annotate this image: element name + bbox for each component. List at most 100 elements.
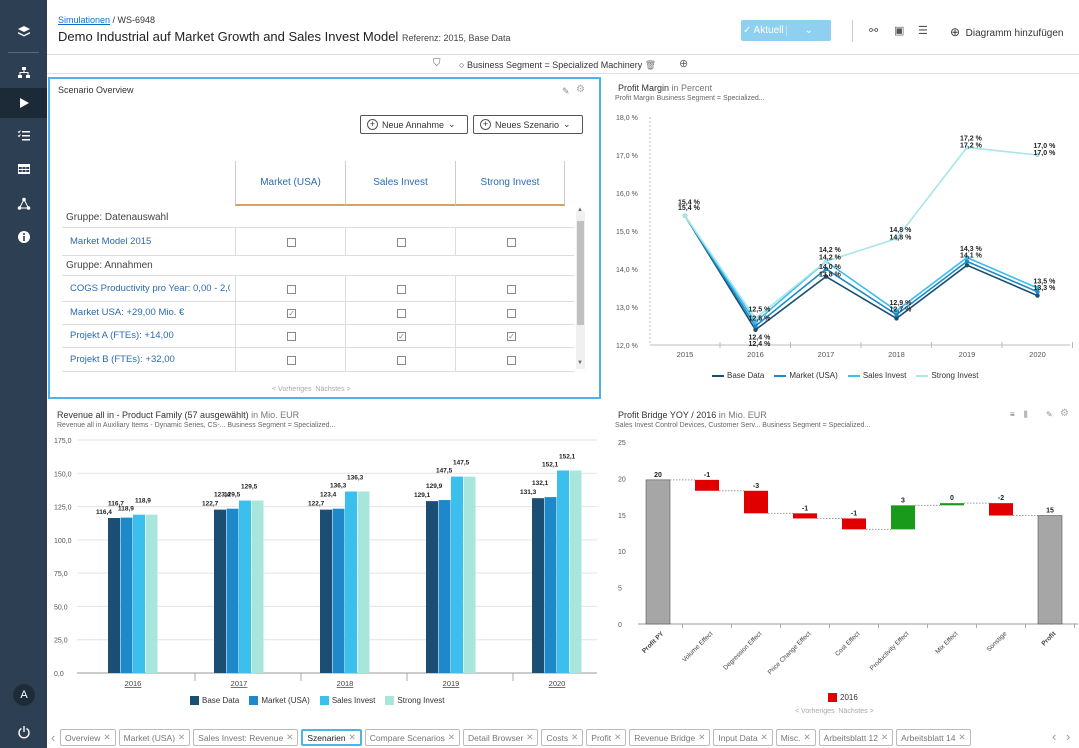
scenario-checkbox[interactable] xyxy=(397,309,406,318)
scenario-checkbox[interactable]: ✓ xyxy=(397,332,406,341)
scenario-checkbox[interactable] xyxy=(287,356,296,365)
edit-icon[interactable]: ✎ xyxy=(1046,410,1053,419)
tab-szenarien[interactable]: Szenarien ✕ xyxy=(301,729,362,746)
aktuell-button[interactable]: ✓ Aktuell ⌄ xyxy=(741,20,831,41)
scenario-checkbox[interactable] xyxy=(507,356,516,365)
play-icon[interactable] xyxy=(0,88,47,118)
tab-compare-scenarios[interactable]: Compare Scenarios ✕ xyxy=(364,729,461,746)
worksheet-tabs: Overview ✕ Market (USA) ✕ Sales Invest: Reve… xyxy=(60,729,1079,748)
close-icon[interactable]: ✕ xyxy=(349,732,356,743)
row-label-projekt-b[interactable]: Projekt B (FTEs): +32,00 xyxy=(70,354,230,365)
tabs-scroll-next-icon[interactable]: › xyxy=(1066,729,1070,744)
y-tick-label: 15,0 % xyxy=(616,229,638,236)
close-icon[interactable]: ✕ xyxy=(526,732,533,743)
breadcrumb-link[interactable]: Simulationen xyxy=(58,15,110,25)
legend-label: Sales Invest xyxy=(331,696,376,705)
close-icon[interactable]: ✕ xyxy=(804,732,811,743)
list-view-icon[interactable]: ≡ xyxy=(1010,410,1015,419)
new-scenario-button[interactable]: + Neues Szenario ⌄ xyxy=(473,115,583,134)
tabs-scroll-left-icon[interactable]: ‹ xyxy=(51,730,55,745)
edit-icon[interactable]: ✎ xyxy=(562,86,570,97)
column-header-market-usa[interactable]: Market (USA) xyxy=(235,161,345,206)
close-icon[interactable]: ✕ xyxy=(614,732,621,743)
row-label-market-model[interactable]: Market Model 2015 xyxy=(70,236,230,247)
new-assumption-button[interactable]: + Neue Annahme ⌄ xyxy=(360,115,468,134)
scenario-checkbox[interactable] xyxy=(287,285,296,294)
add-filter-icon[interactable]: ⊕ xyxy=(679,57,688,70)
hierarchy-icon[interactable] xyxy=(0,58,47,88)
row-label-cogs[interactable]: COGS Productivity pro Year: 0,00 - 2,0 xyxy=(70,283,230,294)
scenario-checkbox[interactable]: ✓ xyxy=(287,309,296,318)
settings-gear-icon[interactable]: ⚙ xyxy=(1060,408,1069,419)
close-icon[interactable]: ✕ xyxy=(571,732,578,743)
close-icon[interactable]: ✕ xyxy=(958,732,965,743)
close-icon[interactable]: ✕ xyxy=(286,732,293,743)
close-icon[interactable]: ✕ xyxy=(881,732,888,743)
legend-item[interactable]: Strong Invest xyxy=(385,696,445,706)
legend-item[interactable]: Sales Invest xyxy=(319,696,376,706)
legend-item[interactable]: Market (USA) xyxy=(249,696,310,706)
network-icon[interactable] xyxy=(0,189,47,219)
scenario-checkbox[interactable] xyxy=(287,332,296,341)
close-icon[interactable]: ✕ xyxy=(103,732,110,743)
column-header-sales-invest[interactable]: Sales Invest xyxy=(345,161,455,206)
tab-input-data[interactable]: Input Data ✕ xyxy=(713,729,773,746)
scenario-checkbox[interactable] xyxy=(507,309,516,318)
data-label: -1 xyxy=(704,472,710,479)
tab-overview[interactable]: Overview ✕ xyxy=(60,729,116,746)
info-icon[interactable] xyxy=(0,222,47,252)
legend-item[interactable]: Market (USA) xyxy=(774,371,838,380)
tab-sales-invest-revenue[interactable]: Sales Invest: Revenue ✕ xyxy=(193,729,299,746)
tab-arbeitsblatt-12[interactable]: Arbeitsblatt 12 ✕ xyxy=(818,729,894,746)
tabs-scroll-prev-icon[interactable]: ‹ xyxy=(1052,729,1056,744)
scenario-checkbox[interactable] xyxy=(507,238,516,247)
filter-icon[interactable]: ⛉ xyxy=(433,58,441,69)
chevron-down-icon[interactable]: ⌄ xyxy=(785,25,832,36)
tab-misc-[interactable]: Misc. ✕ xyxy=(775,729,816,746)
row-label-projekt-a[interactable]: Projekt A (FTEs): +14,00 xyxy=(70,330,230,341)
scrollbar-thumb[interactable] xyxy=(577,221,584,325)
close-icon[interactable]: ✕ xyxy=(178,732,185,743)
hierarchy-tree-icon[interactable]: ⚯ xyxy=(869,24,878,37)
scenario-checkbox[interactable]: ✓ xyxy=(507,332,516,341)
pager-prev[interactable]: < Vorheriges xyxy=(272,386,312,393)
tab-profit[interactable]: Profit ✕ xyxy=(586,729,627,746)
add-diagram-button[interactable]: ⊕ Diagramm hinzufügen xyxy=(950,25,1063,39)
profit-margin-subtitle: Profit Margin Business Segment = Special… xyxy=(615,95,765,102)
tab-revenue-bridge[interactable]: Revenue Bridge ✕ xyxy=(629,729,711,746)
tab-arbeitsblatt-14[interactable]: Arbeitsblatt 14 ✕ xyxy=(896,729,971,746)
scroll-up-icon[interactable]: ▲ xyxy=(577,207,583,213)
scenario-checkbox[interactable] xyxy=(287,238,296,247)
pager-next[interactable]: Nächstes > xyxy=(315,386,350,393)
scenario-checkbox[interactable] xyxy=(397,356,406,365)
legend-item[interactable]: Base Data xyxy=(712,371,764,380)
excel-export-icon[interactable]: ▣ xyxy=(894,24,904,37)
close-icon[interactable]: ✕ xyxy=(761,732,768,743)
list-check-icon[interactable]: ☰ xyxy=(918,24,928,37)
layers-icon[interactable] xyxy=(0,17,47,47)
scenario-checkbox[interactable] xyxy=(397,285,406,294)
trash-icon[interactable]: 🗑 xyxy=(645,60,656,70)
pager-next[interactable]: Nächstes > xyxy=(838,708,873,715)
avatar[interactable]: A xyxy=(13,684,35,706)
column-header-strong-invest[interactable]: Strong Invest xyxy=(455,161,565,206)
tab-costs[interactable]: Costs ✕ xyxy=(541,729,584,746)
row-label-market-usa[interactable]: Market USA: +29,00 Mio. € xyxy=(70,307,230,318)
power-icon[interactable] xyxy=(0,717,47,747)
table-icon[interactable] xyxy=(0,154,47,184)
settings-gear-icon[interactable]: ⚙ xyxy=(576,84,585,95)
pager-prev[interactable]: < Vorheriges xyxy=(795,708,835,715)
tab-detail-browser[interactable]: Detail Browser ✕ xyxy=(463,729,539,746)
legend-item[interactable]: Strong Invest xyxy=(916,371,979,380)
checklist-icon[interactable] xyxy=(0,121,47,151)
tab-market-usa-[interactable]: Market (USA) ✕ xyxy=(118,729,191,746)
legend-item[interactable]: Base Data xyxy=(190,696,239,706)
close-icon[interactable]: ✕ xyxy=(698,732,705,743)
scenario-checkbox[interactable] xyxy=(507,285,516,294)
filter-chip[interactable]: ○ Business Segment = Specialized Machine… xyxy=(459,60,656,71)
scroll-down-icon[interactable]: ▼ xyxy=(577,360,583,366)
close-icon[interactable]: ✕ xyxy=(448,732,455,743)
scenario-checkbox[interactable] xyxy=(397,238,406,247)
bar-view-icon[interactable]: ⫼ xyxy=(1024,410,1028,420)
legend-item[interactable]: Sales Invest xyxy=(847,371,906,380)
